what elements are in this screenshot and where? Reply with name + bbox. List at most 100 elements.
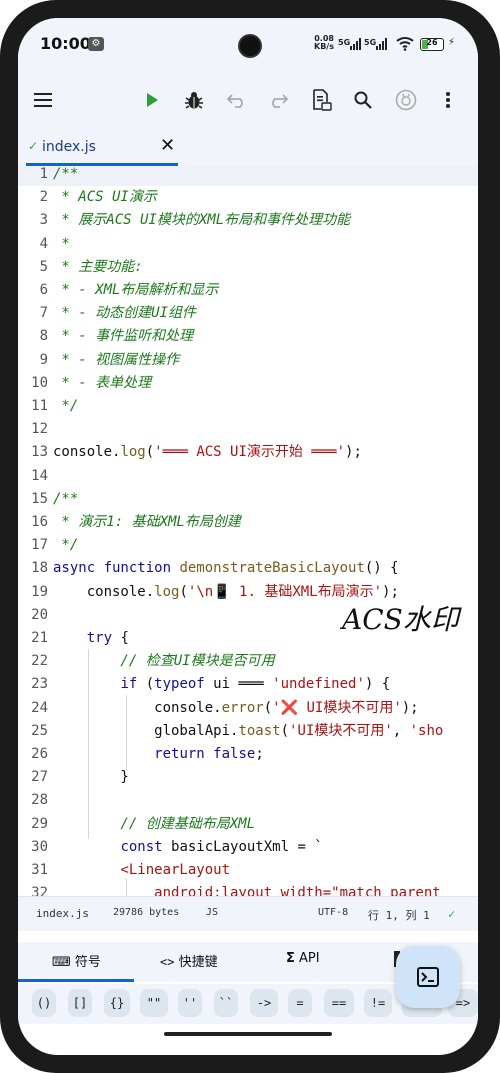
symbol-key[interactable]: ()	[32, 989, 56, 1017]
line-number: 18	[31, 560, 48, 577]
symbol-key[interactable]: ==	[324, 989, 354, 1017]
symbol-key[interactable]: =	[288, 989, 312, 1017]
info-language: JS	[206, 907, 219, 918]
code-line[interactable]: 27 }	[18, 766, 478, 789]
code-editor[interactable]: 1/** 2 * ACS UI演示 3 * 展示ACS UI模块的XML布局和事件处…	[18, 166, 478, 896]
terminal-button[interactable]	[396, 946, 460, 1008]
line-number: 16	[31, 514, 48, 530]
code-token: 'undefined'	[272, 676, 365, 693]
code-token: );	[345, 444, 362, 461]
code-line[interactable]: 24 console.error('❌ UI模块不可用');	[18, 697, 478, 720]
symbol-key[interactable]: ->	[250, 989, 278, 1017]
more-icon[interactable]	[434, 86, 462, 114]
symbol-key[interactable]: !=	[364, 989, 392, 1017]
symbol-key[interactable]: ""	[140, 989, 168, 1017]
line-code: const basicLayoutXml = `	[53, 836, 323, 859]
symbol-key[interactable]: {}	[104, 989, 130, 1017]
code-line[interactable]: 30 const basicLayoutXml = `	[18, 836, 478, 859]
line-number: 20	[31, 606, 48, 623]
line-code: * 演示1: 基础XML布局创建	[53, 511, 240, 534]
line-code: * - 视图属性操作	[53, 349, 179, 372]
symbol-key[interactable]: ``	[214, 989, 238, 1017]
info-file-size: 29786 bytes	[113, 907, 180, 918]
code-line[interactable]: 13 console.log('═══ ACS UI演示开始 ═══');	[18, 441, 478, 464]
code-line[interactable]: 22 // 检查UI模块是否可用	[18, 650, 478, 673]
code-line[interactable]: 12	[18, 418, 478, 441]
code-line[interactable]: 1 /**	[18, 166, 478, 186]
code-line[interactable]: 28	[18, 789, 478, 812]
battery-icon: 26	[420, 38, 444, 51]
code-token: (	[145, 444, 155, 461]
code-token: ) {	[364, 676, 391, 693]
plugin-icon[interactable]	[392, 86, 420, 114]
code-token: }	[53, 769, 129, 786]
code-line[interactable]: 8 * - 事件监听和处理	[18, 325, 478, 348]
code-line[interactable]: 25 globalApi.toast('UI模块不可用', 'sho	[18, 720, 478, 743]
run-icon[interactable]	[138, 86, 166, 114]
line-number: 26	[31, 746, 48, 762]
menu-icon[interactable]	[30, 86, 58, 114]
signal-bars-icon	[376, 38, 390, 50]
code-token: if	[120, 676, 138, 693]
code-line[interactable]: 9 * - 视图属性操作	[18, 349, 478, 372]
code-line[interactable]: 29 // 创建基础布局XML	[18, 813, 478, 836]
code-token: globalApi.	[53, 722, 239, 739]
line-number: 17	[31, 537, 48, 554]
code-line[interactable]: 5 * 主要功能:	[18, 256, 478, 279]
symbol-key[interactable]: []	[68, 989, 92, 1017]
debug-icon[interactable]	[180, 86, 208, 114]
code-line[interactable]: 14	[18, 465, 478, 488]
symbol-key[interactable]: ''	[178, 989, 202, 1017]
code-token: * - 视图属性操作	[53, 351, 180, 368]
code-line[interactable]: 17 */	[18, 534, 478, 557]
file-info-icon[interactable]	[308, 86, 336, 114]
code-token: log	[154, 583, 180, 600]
redo-icon[interactable]	[264, 86, 292, 114]
sigma-icon: Σ	[286, 951, 295, 966]
keyboard-icon: ⌨	[52, 955, 71, 970]
code-token: 'UI模块不可用'	[289, 722, 393, 739]
charging-icon: ⚡	[448, 37, 456, 48]
code-line[interactable]: 15 /**	[18, 488, 478, 511]
line-code: android:layout_width="match_parent	[53, 882, 441, 896]
code-line[interactable]: 6 * - XML布局解析和显示	[18, 279, 478, 302]
line-number: 24	[31, 699, 48, 716]
code-line[interactable]: 7 * - 动态创建UI组件	[18, 302, 478, 325]
code-line[interactable]: 16 * 演示1: 基础XML布局创建	[18, 511, 478, 534]
undo-icon[interactable]	[223, 86, 251, 114]
code-line[interactable]: 3 * 展示ACS UI模块的XML布局和事件处理功能	[18, 209, 478, 232]
code-token: */	[53, 537, 79, 554]
code-token: console.	[53, 444, 121, 461]
line-code: if (typeof ui ═══ 'undefined') {	[53, 673, 390, 696]
line-number: 6	[39, 282, 48, 298]
info-cursor-position: 行 1, 列 1	[368, 909, 430, 922]
code-line[interactable]: 10 * - 表单处理	[18, 372, 478, 395]
line-number: 32	[31, 885, 48, 896]
sim2-label: 5G	[364, 38, 377, 47]
search-icon[interactable]	[349, 86, 377, 114]
tab-api[interactable]: Σ API	[286, 951, 320, 966]
code-line[interactable]: 26 return false;	[18, 743, 478, 766]
code-line[interactable]: 23 if (typeof ui ═══ 'undefined') {	[18, 673, 478, 696]
tab-shortcuts-label: 快捷键	[178, 955, 218, 970]
line-number: 22	[31, 653, 48, 670]
code-token: ;	[255, 746, 264, 762]
close-tab-icon[interactable]: ✕	[160, 135, 175, 156]
code-line[interactable]: 4 *	[18, 233, 478, 256]
code-token: basicLayoutXml = `	[162, 838, 323, 855]
tab-symbols[interactable]: ⌨ 符号	[52, 951, 101, 970]
tab-index-js[interactable]: ✓ index.js ✕	[26, 132, 178, 166]
tab-shortcuts[interactable]: <> 快捷键	[160, 951, 218, 970]
line-code: return false;	[53, 743, 264, 766]
code-line[interactable]: 18 async function demonstrateBasicLayout(…	[18, 557, 478, 580]
code-line[interactable]: 31 <LinearLayout	[18, 859, 478, 882]
code-token: * - 表单处理	[53, 374, 152, 391]
code-line[interactable]: 2 * ACS UI演示	[18, 186, 478, 209]
toolbar	[18, 68, 478, 130]
tab-api-label: API	[299, 951, 320, 966]
code-line[interactable]: 32 android:layout_width="match_parent	[18, 882, 478, 896]
code-line[interactable]: 11 */	[18, 395, 478, 418]
